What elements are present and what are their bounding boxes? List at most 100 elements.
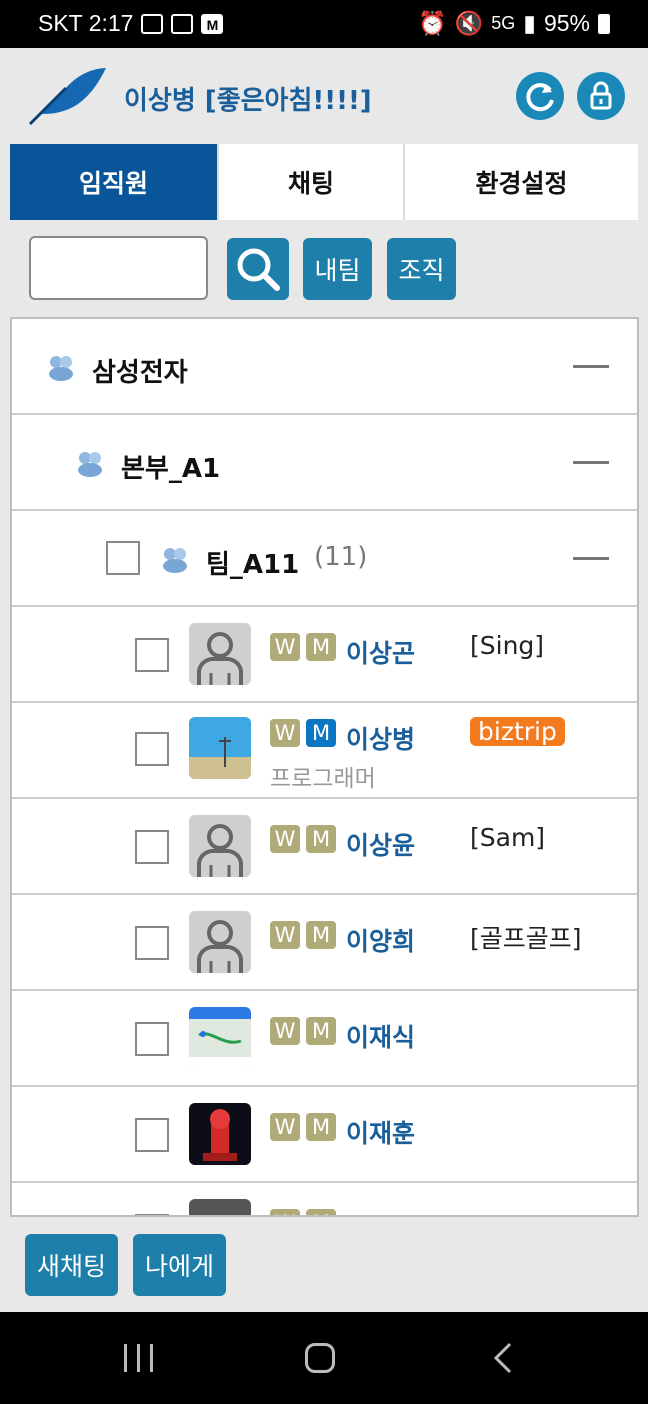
group-icon — [49, 356, 73, 381]
w-badge: W — [270, 921, 300, 949]
w-badge: W — [270, 1017, 300, 1045]
member-checkbox[interactable] — [135, 830, 169, 864]
mute-icon: 🔇 — [454, 10, 484, 36]
collapse-icon[interactable] — [573, 461, 609, 464]
my-team-button[interactable]: 내팀 — [303, 238, 372, 300]
status-bar: SKT 2:17 M ⏰ 🔇 5G ▮ 95% — [0, 0, 648, 48]
m-badge: M — [306, 633, 336, 661]
member-name: 이상병 — [346, 725, 416, 754]
search-input[interactable] — [29, 236, 208, 300]
tree-group-division[interactable]: 본부_A1 — [12, 415, 637, 511]
member-status-tag: [골프골프] — [470, 924, 582, 953]
member-row[interactable]: W M 이상윤 [Sam] — [12, 799, 637, 895]
member-status-tag: [Sing] — [470, 631, 545, 660]
member-row[interactable]: W M 이재훈 — [12, 1087, 637, 1183]
recent-apps-icon-bar — [137, 1344, 140, 1372]
sky-photo-avatar — [189, 717, 251, 779]
carrier-time: SKT 2:17 — [38, 10, 134, 36]
org-tree[interactable]: 삼성전자 본부_A1 팀_A11 (11) W M 이상곤 [Sing] W M… — [10, 317, 639, 1217]
tree-group-company[interactable]: 삼성전자 — [12, 319, 637, 415]
5g-icon: 5G — [491, 13, 516, 33]
default-avatar-icon — [189, 623, 251, 685]
m-badge: M — [306, 1113, 336, 1141]
stock-app-icon: M — [201, 13, 224, 34]
avatar — [189, 815, 251, 877]
tab-employees[interactable]: 임직원 — [10, 144, 219, 220]
message-to-me-button[interactable]: 나에게 — [133, 1234, 226, 1296]
main-tabs: 임직원 채팅 환경설정 — [10, 144, 638, 220]
tab-settings[interactable]: 환경설정 — [405, 144, 638, 220]
member-role: 프로그래머 — [270, 766, 376, 792]
member-row[interactable]: W M 이재식 — [12, 991, 637, 1087]
default-avatar-icon — [189, 911, 251, 973]
avatar — [189, 1103, 251, 1165]
search-button[interactable] — [227, 238, 289, 300]
avatar — [189, 623, 251, 685]
w-badge: W — [270, 1113, 300, 1141]
tab-chat[interactable]: 채팅 — [219, 144, 405, 220]
w-badge: W — [270, 825, 300, 853]
lock-button[interactable] — [577, 72, 625, 120]
group-label: 본부_A1 — [121, 454, 221, 484]
refresh-icon — [526, 83, 554, 112]
member-row[interactable]: W M 이상병 biztrip 프로그래머 — [12, 703, 637, 799]
member-row-partial[interactable]: W M — [12, 1183, 637, 1215]
map-photo-avatar — [189, 1007, 251, 1069]
member-checkbox[interactable] — [135, 926, 169, 960]
group-label: 삼성전자 — [92, 358, 188, 388]
member-name: 이양희 — [346, 927, 416, 956]
member-count: (11) — [314, 542, 368, 572]
avatar — [189, 1007, 251, 1069]
w-badge: W — [270, 1209, 300, 1215]
member-checkbox[interactable] — [135, 1022, 169, 1056]
recent-apps-icon — [124, 1344, 127, 1372]
gallery-icon — [141, 13, 164, 34]
status-left: SKT 2:17 M — [38, 10, 224, 37]
back-button[interactable] — [492, 1342, 516, 1374]
battery-percent: 95% — [543, 10, 590, 36]
app-header: 이상병 [좋은아침!!!!] — [0, 48, 648, 144]
w-badge: W — [270, 719, 300, 747]
biztrip-badge: biztrip — [470, 717, 565, 746]
member-row[interactable]: W M 이양희 [골프골프] — [12, 895, 637, 991]
lock-icon — [590, 81, 612, 110]
w-badge: W — [270, 633, 300, 661]
member-checkbox[interactable] — [135, 638, 169, 672]
member-row[interactable]: W M 이상곤 [Sing] — [12, 607, 637, 703]
member-checkbox[interactable] — [135, 1214, 169, 1215]
feather-logo-icon — [28, 68, 106, 126]
group-icon — [163, 548, 187, 573]
m-badge: M — [306, 921, 336, 949]
m-badge: M — [306, 1017, 336, 1045]
member-checkbox[interactable] — [135, 1118, 169, 1152]
m-badge-online: M — [306, 719, 336, 747]
organization-button[interactable]: 조직 — [387, 238, 456, 300]
volte-icon — [171, 13, 194, 34]
member-checkbox[interactable] — [135, 732, 169, 766]
recent-apps-button[interactable] — [124, 1344, 154, 1372]
avatar — [189, 1199, 251, 1215]
home-button[interactable] — [305, 1343, 335, 1373]
alarm-icon: ⏰ — [417, 10, 447, 36]
system-nav-bar — [0, 1312, 648, 1404]
battery-icon — [598, 13, 610, 34]
member-name: 이재식 — [346, 1023, 416, 1052]
tree-group-team[interactable]: 팀_A11 (11) — [12, 511, 637, 607]
m-badge: M — [306, 1209, 336, 1215]
group-label: 팀_A11 — [206, 550, 300, 580]
signal-icon: ▮ — [523, 10, 536, 36]
member-name: 이상곤 — [346, 639, 416, 668]
avatar — [189, 717, 251, 779]
search-icon — [237, 248, 280, 291]
collapse-icon[interactable] — [573, 365, 609, 368]
member-name: 이재훈 — [346, 1119, 416, 1148]
member-status-tag: [Sam] — [470, 823, 546, 852]
avatar — [189, 911, 251, 973]
team-checkbox[interactable] — [106, 541, 140, 575]
m-badge: M — [306, 825, 336, 853]
refresh-button[interactable] — [516, 72, 564, 120]
new-chat-button[interactable]: 새채팅 — [25, 1234, 118, 1296]
default-avatar-icon — [189, 815, 251, 877]
group-icon — [78, 452, 102, 477]
collapse-icon[interactable] — [573, 557, 609, 560]
